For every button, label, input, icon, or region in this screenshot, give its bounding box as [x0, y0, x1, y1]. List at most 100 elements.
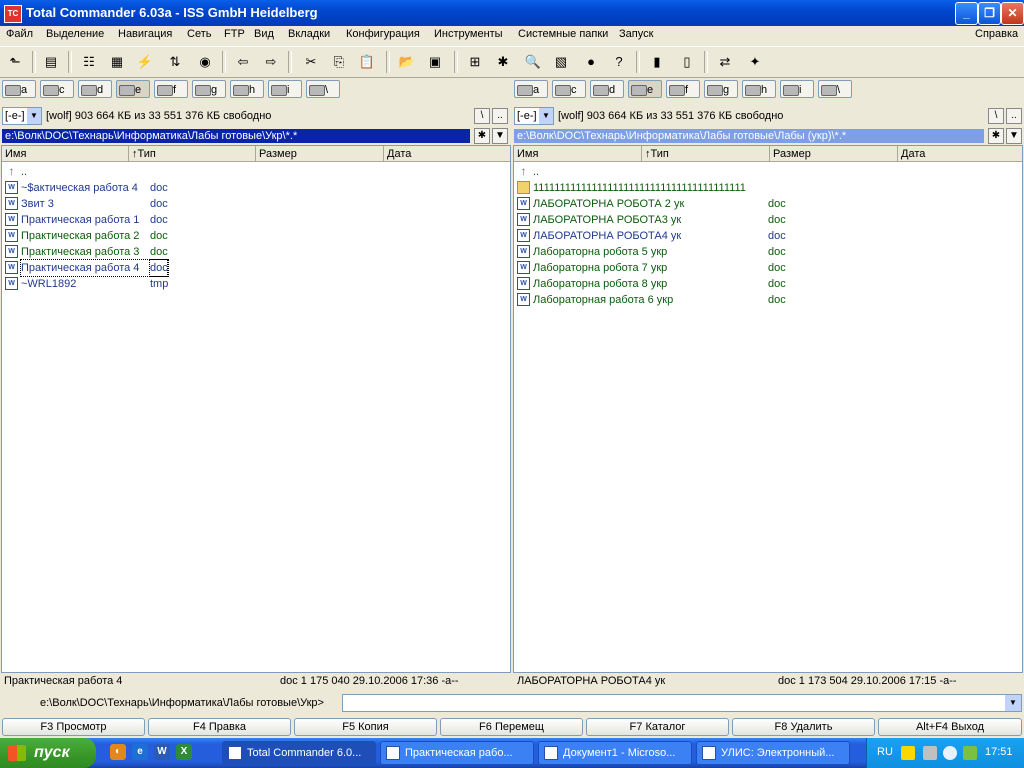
menu-tabs[interactable]: Вкладки: [288, 28, 330, 40]
menu-file[interactable]: Файл: [6, 28, 33, 40]
network-icon[interactable]: [963, 746, 977, 760]
tree-icon[interactable]: ▤: [40, 51, 62, 73]
firefox-icon[interactable]: ◐: [110, 744, 126, 760]
f4-edit-button[interactable]: F4 Правка: [148, 718, 291, 736]
file-row-current[interactable]: W ЛАБОРАТОРНА РОБОТА4 ук doc: [514, 228, 1022, 244]
menu-select[interactable]: Выделение: [46, 28, 104, 40]
f6-move-button[interactable]: F6 Перемещ: [440, 718, 583, 736]
right-drive-h[interactable]: h: [742, 80, 776, 98]
filter-icon[interactable]: ⚡: [134, 51, 156, 73]
file-row[interactable]: W Лабораторна робота 7 укр doc: [514, 260, 1022, 276]
right-drive-e[interactable]: e: [628, 80, 662, 98]
copy-icon[interactable]: ⎘: [328, 51, 350, 73]
left-drive-i[interactable]: i: [268, 80, 302, 98]
task-word-document1[interactable]: Документ1 - Microso...: [538, 741, 692, 765]
word-icon[interactable]: W: [154, 744, 170, 760]
left-drive-a[interactable]: a: [2, 80, 36, 98]
file-row[interactable]: ↑..: [514, 164, 1022, 180]
f8-delete-button[interactable]: F8 Удалить: [732, 718, 875, 736]
left-drive-e[interactable]: e: [116, 80, 150, 98]
up-dir-icon[interactable]: ⬑: [4, 51, 26, 73]
start-button[interactable]: пуск: [0, 738, 96, 768]
excel-icon[interactable]: X: [176, 744, 192, 760]
left-root-button[interactable]: \: [474, 108, 490, 124]
right-drive-g[interactable]: g: [704, 80, 738, 98]
forward-arrow-icon[interactable]: ⇨: [260, 51, 282, 73]
menu-view[interactable]: Вид: [254, 28, 274, 40]
menu-start[interactable]: Запуск: [619, 28, 653, 40]
left-hotlist-button[interactable]: ▼: [492, 128, 508, 144]
file-row[interactable]: W Лабораторная работа 6 укр doc: [514, 292, 1022, 308]
column-date[interactable]: Дата: [898, 146, 1022, 162]
volume-icon[interactable]: [923, 746, 937, 760]
cut-icon[interactable]: ✂: [300, 51, 322, 73]
folder-row[interactable]: 1111111111111111111111111111111111111111: [514, 180, 1022, 196]
paste-icon[interactable]: 📋: [356, 51, 378, 73]
right-drive-a[interactable]: a: [514, 80, 548, 98]
pack-icon[interactable]: ▧: [550, 51, 572, 73]
url-icon[interactable]: ✦: [744, 51, 766, 73]
right-path[interactable]: e:\Волк\DOC\Технарь\Информатика\Лабы гот…: [514, 129, 984, 143]
column-name[interactable]: Имя: [2, 146, 129, 162]
menu-help[interactable]: Справка: [975, 28, 1018, 40]
column-name[interactable]: Имя: [514, 146, 642, 162]
column-size[interactable]: Размер: [256, 146, 384, 162]
right-parent-button[interactable]: ..: [1006, 108, 1022, 124]
task-total-commander[interactable]: Total Commander 6.0...: [222, 741, 376, 765]
sync-icon[interactable]: ✱: [492, 51, 514, 73]
file-row[interactable]: W Практическая работа 2 doc: [2, 228, 510, 244]
help-icon[interactable]: [901, 746, 915, 760]
right-drive-f[interactable]: f: [666, 80, 700, 98]
calculator-icon[interactable]: ▯: [676, 51, 698, 73]
search-icon[interactable]: 🔍: [522, 51, 544, 73]
right-hotlist-button[interactable]: ▼: [1006, 128, 1022, 144]
file-row[interactable]: W Звит 3 doc: [2, 196, 510, 212]
right-drive-select[interactable]: [-e-] ▼: [514, 107, 554, 125]
maximize-button[interactable]: ❐: [978, 2, 1001, 25]
open-folder-icon[interactable]: 📂: [396, 51, 418, 73]
thumbnail-icon[interactable]: ◉: [194, 51, 216, 73]
network-icon[interactable]: ●: [580, 51, 602, 73]
column-size[interactable]: Размер: [770, 146, 898, 162]
task-ulis[interactable]: УЛИС: Электронный...: [696, 741, 850, 765]
left-history-button[interactable]: ✱: [474, 128, 490, 144]
left-drive-h[interactable]: h: [230, 80, 264, 98]
close-button[interactable]: ✕: [1001, 2, 1024, 25]
full-view-icon[interactable]: ▦: [106, 51, 128, 73]
file-row[interactable]: W Практическая работа 3 doc: [2, 244, 510, 260]
sort-icon[interactable]: ⇅: [164, 51, 186, 73]
task-word-practical[interactable]: Практическая рабо...: [380, 741, 534, 765]
f3-view-button[interactable]: F3 Просмотр: [2, 718, 145, 736]
command-line-input[interactable]: ▼: [342, 694, 1022, 712]
chevron-left-icon[interactable]: [943, 746, 957, 760]
right-file-panel[interactable]: Имя ↑Тип Размер Дата ↑.. 111111111111111…: [513, 145, 1023, 673]
column-type[interactable]: ↑Тип: [642, 146, 770, 162]
file-row[interactable]: ↑..: [2, 164, 510, 180]
ie-icon[interactable]: e: [132, 744, 148, 760]
compare-icon[interactable]: ⊞: [464, 51, 486, 73]
file-row[interactable]: W ~$актическая работа 4 doc: [2, 180, 510, 196]
notepad-icon[interactable]: ▮: [646, 51, 668, 73]
minimize-button[interactable]: _: [955, 2, 978, 25]
right-history-button[interactable]: ✱: [988, 128, 1004, 144]
file-row[interactable]: W ЛАБОРАТОРНА РОБОТА3 ук doc: [514, 212, 1022, 228]
menu-system-folders[interactable]: Системные папки: [518, 28, 608, 40]
help-icon[interactable]: ?: [608, 51, 630, 73]
left-file-panel[interactable]: Имя ↑Тип Размер Дата ↑.. W ~$актическая р…: [1, 145, 511, 673]
right-drive-d[interactable]: d: [590, 80, 624, 98]
column-date[interactable]: Дата: [384, 146, 510, 162]
menu-network[interactable]: Сеть: [187, 28, 211, 40]
file-row[interactable]: W Лабораторна робота 5 укр doc: [514, 244, 1022, 260]
alt-f4-exit-button[interactable]: Alt+F4 Выход: [878, 718, 1022, 736]
app-icon[interactable]: TC: [4, 5, 22, 23]
chevron-down-icon[interactable]: ▼: [1005, 695, 1021, 711]
left-drive-select[interactable]: [-e-] ▼: [2, 107, 42, 125]
menu-tools[interactable]: Инструменты: [434, 28, 503, 40]
unpack-icon[interactable]: ▣: [424, 51, 446, 73]
left-path[interactable]: e:\Волк\DOC\Технарь\Информатика\Лабы гот…: [2, 129, 470, 143]
file-row[interactable]: W ~WRL1892 tmp: [2, 276, 510, 292]
back-arrow-icon[interactable]: ⇦: [232, 51, 254, 73]
file-row[interactable]: W Практическая работа 1 doc: [2, 212, 510, 228]
brief-view-icon[interactable]: ☷: [78, 51, 100, 73]
right-drive-i[interactable]: i: [780, 80, 814, 98]
